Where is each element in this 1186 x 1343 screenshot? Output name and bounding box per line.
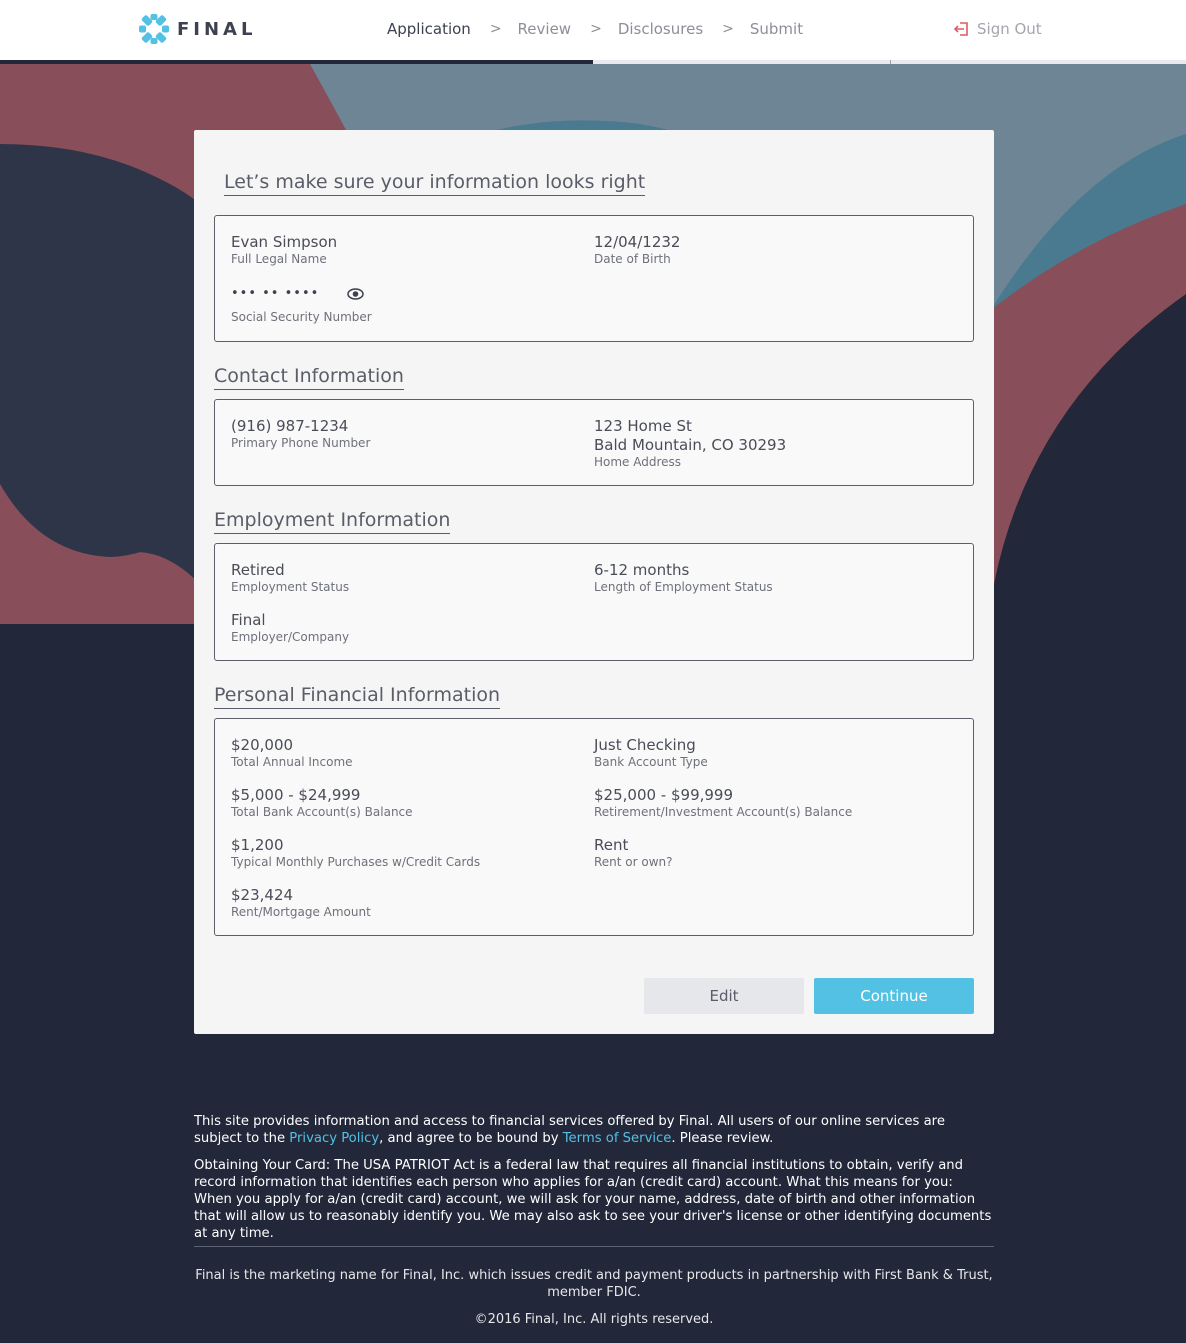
- employer-label: Employer/Company: [231, 630, 350, 644]
- rent-own-value: Rent: [594, 836, 629, 854]
- ssn-label: Social Security Number: [231, 310, 372, 324]
- monthly-purchases-value: $1,200: [231, 836, 284, 854]
- employment-status-field: Retired Employment Status: [231, 561, 349, 595]
- bg-navy-blob-left-2: [0, 144, 200, 557]
- full-name-label: Full Legal Name: [231, 252, 327, 266]
- rent-amount-value: $23,424: [231, 886, 294, 904]
- bank-balance-field: $5,000 - $24,999 Total Bank Account(s) B…: [231, 786, 413, 820]
- patriot-act-paragraph: Obtaining Your Card: The USA PATRIOT Act…: [194, 1158, 992, 1241]
- account-type-label: Bank Account Type: [594, 755, 708, 769]
- ssn-field: ••• •• •••• Social Security Number: [231, 286, 372, 325]
- footer-disclosures: This site provides information and acces…: [194, 1113, 994, 1252]
- income-label: Total Annual Income: [231, 755, 353, 769]
- step-disclosures[interactable]: Disclosures: [618, 20, 703, 38]
- contact-section-title: Contact Information: [214, 364, 404, 390]
- contact-section: (916) 987-1234 Primary Phone Number 123 …: [214, 399, 974, 486]
- edit-button[interactable]: Edit: [644, 978, 804, 1014]
- step-review[interactable]: Review: [518, 20, 572, 38]
- full-name-value: Evan Simpson: [231, 233, 338, 251]
- brand-name: FINAL: [177, 18, 257, 40]
- dob-label: Date of Birth: [594, 252, 671, 266]
- step-breadcrumb: Application > Review > Disclosures > Sub…: [387, 20, 803, 38]
- employment-length-field: 6-12 months Length of Employment Status: [594, 561, 773, 595]
- footer-legal: Final is the marketing name for Final, I…: [194, 1267, 994, 1328]
- footer-terms-paragraph: This site provides information and acces…: [194, 1113, 994, 1147]
- page-title: Let’s make sure your information looks r…: [224, 170, 646, 196]
- monthly-purchases-field: $1,200 Typical Monthly Purchases w/Credi…: [231, 836, 480, 870]
- financial-section-title: Personal Financial Information: [214, 683, 501, 709]
- step-separator: >: [489, 21, 502, 37]
- identity-section: Evan Simpson Full Legal Name 12/04/1232 …: [214, 215, 974, 342]
- footer-text: . Please review.: [671, 1131, 774, 1146]
- employment-status-value: Retired: [231, 561, 285, 579]
- address-field: 123 Home St Bald Mountain, CO 30293 Home…: [594, 417, 786, 470]
- phone-field: (916) 987-1234 Primary Phone Number: [231, 417, 370, 451]
- employer-field: Final Employer/Company: [231, 611, 349, 645]
- financial-section: $20,000 Total Annual Income Just Checkin…: [214, 718, 974, 936]
- rent-own-field: Rent Rent or own?: [594, 836, 673, 870]
- application-progress-bar: [0, 60, 1186, 64]
- review-card: Let’s make sure your information looks r…: [194, 130, 994, 1034]
- marketing-notice: Final is the marketing name for Final, I…: [195, 1268, 993, 1300]
- brand-logo[interactable]: FINAL: [139, 14, 256, 44]
- employment-length-value: 6-12 months: [594, 561, 690, 579]
- progress-fill: [0, 60, 593, 64]
- retirement-balance-value: $25,000 - $99,999: [594, 786, 734, 804]
- sign-out-label: Sign Out: [977, 20, 1042, 38]
- income-field: $20,000 Total Annual Income: [231, 736, 353, 770]
- dob-field: 12/04/1232 Date of Birth: [594, 233, 680, 267]
- account-type-field: Just Checking Bank Account Type: [594, 736, 708, 770]
- employment-status-label: Employment Status: [231, 580, 350, 594]
- employment-section-title: Employment Information: [214, 508, 451, 534]
- footer-divider: [194, 1246, 994, 1247]
- step-application[interactable]: Application: [387, 20, 471, 38]
- address-label: Home Address: [594, 455, 682, 469]
- account-type-value: Just Checking: [594, 736, 696, 754]
- privacy-policy-link[interactable]: Privacy Policy: [289, 1131, 379, 1146]
- continue-button[interactable]: Continue: [814, 978, 974, 1014]
- step-separator: >: [590, 21, 602, 37]
- monthly-purchases-label: Typical Monthly Purchases w/Credit Cards: [231, 855, 481, 869]
- employment-length-label: Length of Employment Status: [594, 580, 773, 594]
- address-line2: Bald Mountain, CO 30293: [594, 436, 787, 454]
- step-separator: >: [722, 21, 734, 37]
- step-submit[interactable]: Submit: [750, 20, 803, 38]
- phone-label: Primary Phone Number: [231, 436, 371, 450]
- bank-balance-label: Total Bank Account(s) Balance: [231, 805, 413, 819]
- final-logo-icon: [139, 14, 169, 44]
- income-value: $20,000: [231, 736, 294, 754]
- rent-own-label: Rent or own?: [594, 855, 673, 869]
- sign-out-button[interactable]: Sign Out: [954, 20, 1042, 38]
- address-line1: 123 Home St: [594, 417, 692, 435]
- sign-out-icon: [954, 22, 968, 36]
- rent-amount-label: Rent/Mortgage Amount: [231, 905, 371, 919]
- retirement-balance-field: $25,000 - $99,999 Retirement/Investment …: [594, 786, 852, 820]
- employment-section: Retired Employment Status 6-12 months Le…: [214, 543, 974, 661]
- dob-value: 12/04/1232: [594, 233, 681, 251]
- phone-value: (916) 987-1234: [231, 417, 349, 435]
- terms-of-service-link[interactable]: Terms of Service: [563, 1131, 672, 1146]
- employer-value: Final: [231, 611, 266, 629]
- retirement-balance-label: Retirement/Investment Account(s) Balance: [594, 805, 853, 819]
- rent-amount-field: $23,424 Rent/Mortgage Amount: [231, 886, 371, 920]
- progress-divider: [890, 60, 891, 64]
- copyright: ©2016 Final, Inc. All rights reserved.: [474, 1312, 714, 1327]
- full-name-field: Evan Simpson Full Legal Name: [231, 233, 337, 267]
- bank-balance-value: $5,000 - $24,999: [231, 786, 361, 804]
- top-navigation: FINAL Application > Review > Disclosures…: [0, 0, 1186, 60]
- eye-icon[interactable]: [347, 287, 365, 300]
- ssn-masked-value: ••• •• ••••: [231, 286, 320, 301]
- footer-text: , and agree to be bound by: [379, 1131, 563, 1146]
